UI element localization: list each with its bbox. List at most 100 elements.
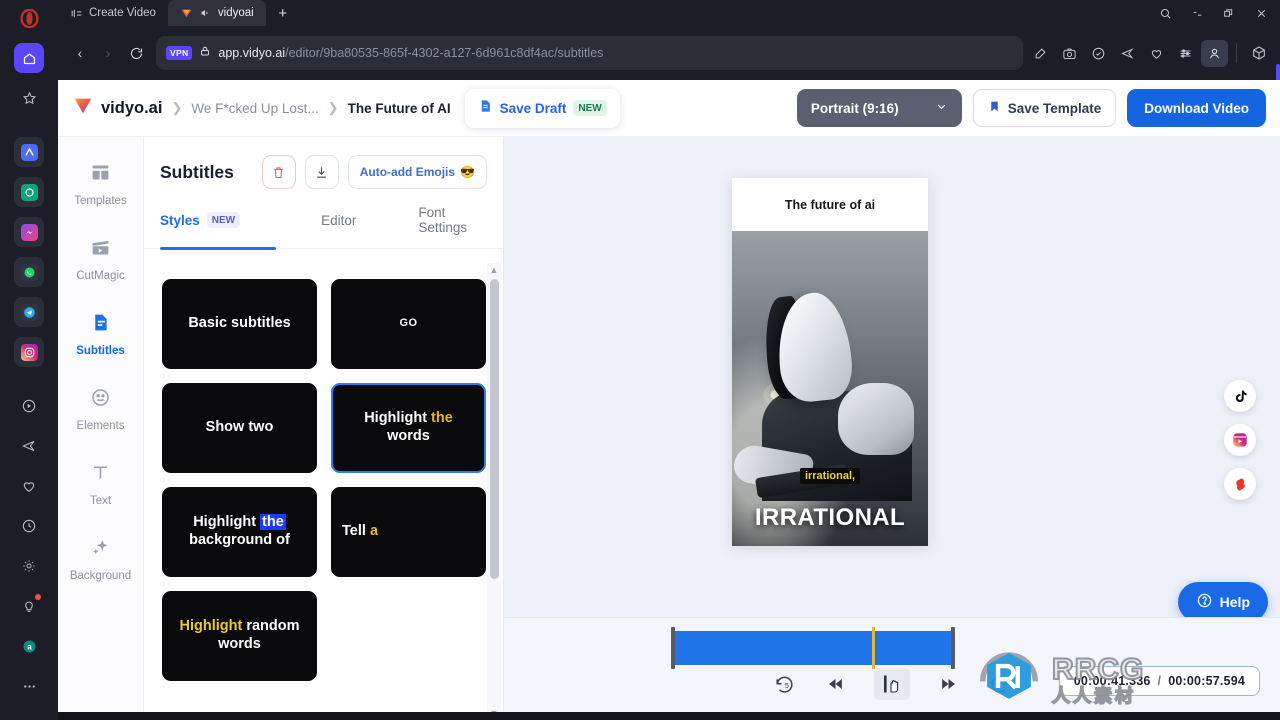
style-card-label: GO: [399, 317, 418, 330]
active-tab-indicator: [160, 246, 276, 250]
extensions-cube-icon[interactable]: [1245, 40, 1272, 67]
step-back-icon[interactable]: [824, 673, 846, 695]
sidebar-item-subtitles[interactable]: Subtitles: [62, 303, 140, 366]
url-host: app.vidyo.ai: [218, 46, 286, 60]
tab-create-video[interactable]: Create Video: [58, 0, 168, 26]
auto-add-emojis-button[interactable]: Auto-add Emojis 😎: [347, 155, 487, 189]
style-card[interactable]: Highlight random words: [162, 591, 317, 681]
styles-grid-scroll[interactable]: Basic subtitles GO Show two Highlight the w…: [144, 263, 504, 720]
save-draft-button[interactable]: Save Draft NEW: [464, 88, 620, 128]
back-button[interactable]: ‹: [66, 39, 94, 67]
scroll-up-icon[interactable]: ▲: [490, 265, 499, 275]
settings-gear-icon[interactable]: [14, 551, 44, 581]
heart-icon[interactable]: [14, 471, 44, 501]
tab-audio-icon[interactable]: [199, 7, 212, 20]
video-preview[interactable]: The future of ai irrational, IRRATIONAL: [732, 178, 928, 546]
style-card[interactable]: Highlight the words: [331, 383, 486, 473]
clip-handle-right[interactable]: [951, 627, 955, 669]
address-bar-row: ‹ › VPN app.vidyo.ai/editor/9ba80535-865…: [58, 26, 1280, 94]
style-card-label: Basic subtitles: [188, 315, 291, 332]
brand-logo[interactable]: vidyo.ai: [72, 95, 162, 122]
style-card[interactable]: GO: [331, 279, 486, 369]
sidebar-item-cutmagic[interactable]: CutMagic: [62, 228, 140, 291]
trash-icon[interactable]: [261, 155, 296, 189]
instagram-icon[interactable]: [14, 337, 44, 367]
timeline-playhead[interactable]: [872, 627, 875, 669]
pinned-app-icon[interactable]: [14, 137, 44, 167]
help-button[interactable]: Help: [1177, 582, 1268, 622]
whatsapp-icon[interactable]: [14, 257, 44, 287]
style-card[interactable]: Basic subtitles: [162, 279, 317, 369]
opera-logo-icon[interactable]: [14, 3, 44, 33]
timeline-bar: 5 5 00:00:41.336 / 00:00:57.594: [504, 617, 1280, 720]
aspect-ratio-select[interactable]: Portrait (9:16): [796, 89, 962, 127]
star-icon[interactable]: [14, 83, 44, 113]
forward-button[interactable]: ›: [94, 39, 122, 67]
scrollbar-thumb[interactable]: [489, 279, 499, 579]
minimize-icon[interactable]: [1182, 1, 1212, 25]
url-input[interactable]: VPN app.vidyo.ai/editor/9ba80535-865f-43…: [156, 36, 1023, 70]
sidebar-item-elements[interactable]: Elements: [62, 378, 140, 441]
subtitle-big-text: IRRATIONAL: [754, 504, 906, 531]
subtitles-doc-icon: [90, 312, 111, 338]
sidebar-item-background[interactable]: Background: [62, 528, 140, 591]
rewind-5-icon[interactable]: 5: [773, 673, 796, 696]
tips-bulb-icon[interactable]: [14, 591, 44, 621]
download-icon[interactable]: [304, 155, 339, 189]
style-card[interactable]: Show two: [162, 383, 317, 473]
profile-icon[interactable]: [1201, 39, 1228, 67]
clip-handle-left[interactable]: [671, 627, 675, 669]
messenger-icon[interactable]: [14, 217, 44, 247]
maximize-icon[interactable]: [1214, 1, 1244, 25]
current-time: 00:00:41.336: [1073, 674, 1151, 688]
subtitle-small-text: irrational,: [799, 468, 861, 484]
style-card[interactable]: Tell a: [331, 487, 486, 577]
telegram-icon[interactable]: [14, 297, 44, 327]
forward-5-icon[interactable]: 5: [988, 673, 1011, 696]
notification-dot: [35, 594, 41, 600]
more-dots-icon[interactable]: [14, 671, 44, 701]
aria-icon[interactable]: a: [14, 631, 44, 661]
lock-icon: [199, 44, 211, 62]
timeline-clip-track[interactable]: [671, 627, 955, 669]
preview-stage: The future of ai irrational, IRRATIONAL: [504, 137, 1280, 720]
edit-icon[interactable]: [1027, 40, 1054, 67]
player-icon[interactable]: [14, 391, 44, 421]
search-icon[interactable]: [1150, 1, 1180, 25]
sliders-icon[interactable]: [1172, 40, 1199, 67]
step-forward-icon[interactable]: [938, 673, 960, 695]
save-template-button[interactable]: Save Template: [972, 89, 1117, 127]
tab-editor[interactable]: Editor: [321, 205, 356, 248]
sidebar-item-templates[interactable]: Templates: [62, 153, 140, 216]
tab-styles[interactable]: Styles NEW: [160, 205, 241, 248]
save-template-label: Save Template: [1007, 100, 1102, 116]
camera-icon[interactable]: [1056, 40, 1083, 67]
sidebar-item-label: Templates: [74, 195, 127, 207]
history-clock-icon[interactable]: [14, 511, 44, 541]
sidebar-item-text[interactable]: Text: [62, 453, 140, 516]
youtube-shorts-icon[interactable]: [1224, 468, 1256, 500]
chatgpt-icon[interactable]: [14, 177, 44, 207]
tab-font-settings[interactable]: Font Settings: [418, 205, 487, 248]
timecode-display[interactable]: 00:00:41.336 / 00:00:57.594: [1058, 666, 1260, 696]
reload-icon[interactable]: [122, 39, 150, 67]
panel-actions: Auto-add Emojis 😎: [261, 155, 487, 189]
close-icon[interactable]: [1246, 1, 1276, 25]
heart-icon[interactable]: [1143, 40, 1170, 67]
new-tab-button[interactable]: +: [272, 2, 294, 24]
url-path: /editor/9ba80535-865f-4302-a127-6d961c8d…: [285, 46, 604, 60]
help-label: Help: [1219, 594, 1250, 610]
split-playhead-icon[interactable]: [874, 668, 910, 700]
download-video-button[interactable]: Download Video: [1127, 89, 1266, 127]
tiktok-icon[interactable]: [1224, 380, 1256, 412]
shield-check-icon[interactable]: [1085, 40, 1112, 67]
vpn-badge[interactable]: VPN: [166, 46, 193, 60]
instagram-reels-icon[interactable]: [1224, 424, 1256, 456]
send-icon[interactable]: [1114, 40, 1141, 67]
style-card[interactable]: Highlight the background of: [162, 487, 317, 577]
tab-vidyoai[interactable]: vidyoai: [167, 0, 266, 26]
panel-scrollbar[interactable]: ▲ ▼: [487, 263, 501, 720]
home-icon[interactable]: [14, 43, 44, 73]
breadcrumb-project[interactable]: We F*cked Up Lost...: [191, 101, 318, 116]
send-icon[interactable]: [14, 431, 44, 461]
